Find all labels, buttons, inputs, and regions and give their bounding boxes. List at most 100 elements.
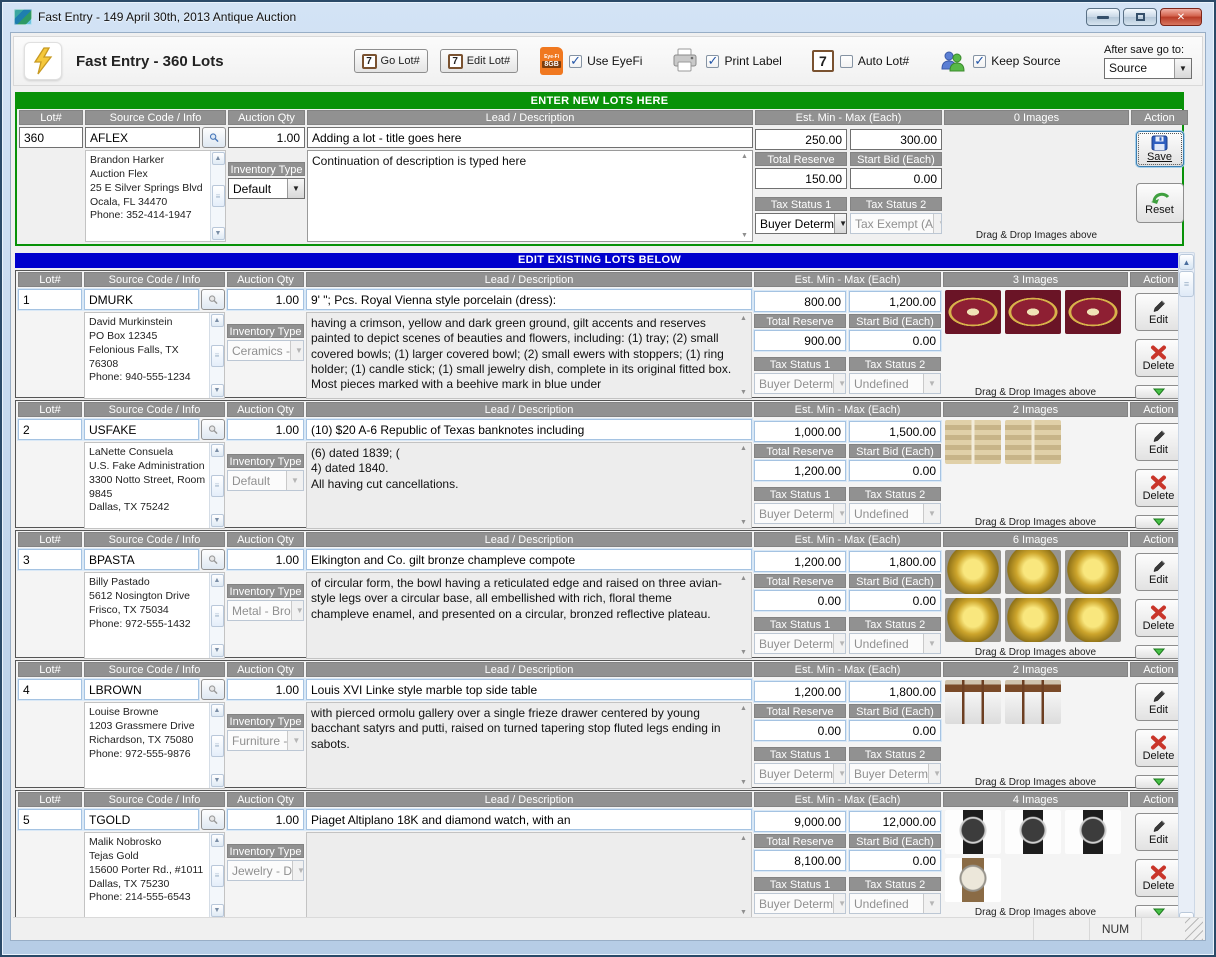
total-reserve-input[interactable]	[754, 850, 846, 871]
lot-image-thumbnail[interactable]	[945, 290, 1001, 334]
scroll-thumb[interactable]: ≡	[211, 735, 224, 757]
scroll-down-icon[interactable]: ▼	[211, 644, 224, 657]
scroll-up-icon[interactable]: ▲	[211, 704, 224, 717]
scrollbar-up-icon[interactable]: ▲	[1179, 254, 1194, 270]
lot-image-thumbnail[interactable]	[945, 598, 1001, 642]
source-code-input[interactable]	[84, 809, 199, 830]
edit-button[interactable]: Edit	[1135, 813, 1183, 851]
lot-image-thumbnail[interactable]	[1065, 810, 1121, 854]
scroll-up-icon[interactable]: ▲	[212, 152, 225, 165]
est-max-input[interactable]	[849, 681, 941, 702]
description-box[interactable]: Continuation of description is typed her…	[307, 150, 753, 242]
est-min-input[interactable]	[754, 291, 846, 312]
est-max-input[interactable]	[849, 291, 941, 312]
lot-image-thumbnail[interactable]	[1005, 680, 1061, 724]
est-min-input[interactable]	[754, 551, 846, 572]
delete-button[interactable]: Delete	[1135, 859, 1183, 897]
scroll-down-icon[interactable]: ▼	[740, 649, 747, 656]
scroll-up-icon[interactable]: ▲	[740, 835, 747, 842]
est-min-input[interactable]	[754, 811, 846, 832]
scroll-down-icon[interactable]: ▼	[740, 389, 747, 396]
lot-image-thumbnail[interactable]	[945, 550, 1001, 594]
source-info-scrollbar[interactable]: ▲ ≡ ▼	[209, 443, 224, 528]
auction-qty-input[interactable]	[227, 289, 304, 310]
scroll-up-icon[interactable]: ▲	[741, 153, 748, 160]
start-bid-input[interactable]	[849, 590, 941, 611]
source-code-input[interactable]	[84, 289, 199, 310]
total-reserve-input[interactable]	[754, 720, 846, 741]
scroll-up-icon[interactable]: ▲	[740, 445, 747, 452]
scroll-up-icon[interactable]: ▲	[740, 315, 747, 322]
source-search-button[interactable]	[201, 809, 225, 830]
auction-qty-input[interactable]	[228, 127, 305, 148]
scroll-thumb[interactable]: ≡	[211, 475, 224, 497]
lot-number-input[interactable]	[19, 127, 83, 148]
source-info-scrollbar[interactable]: ▲ ≡ ▼	[209, 703, 224, 788]
scroll-up-icon[interactable]: ▲	[211, 834, 224, 847]
start-bid-input[interactable]	[849, 720, 941, 741]
scroll-thumb[interactable]: ≡	[211, 345, 224, 367]
source-info-scrollbar[interactable]: ▲ ≡ ▼	[210, 151, 225, 241]
source-search-button[interactable]	[201, 289, 225, 310]
total-reserve-input[interactable]	[754, 330, 846, 351]
lead-input[interactable]	[306, 289, 752, 310]
main-scrollbar[interactable]: ▲ ≡ ▼	[1178, 252, 1195, 930]
edit-button[interactable]: Edit	[1135, 683, 1183, 721]
lot-number-input[interactable]	[18, 679, 82, 700]
edit-button[interactable]: Edit	[1135, 423, 1183, 461]
close-button[interactable]: ✕	[1160, 8, 1202, 26]
scroll-down-icon[interactable]: ▼	[741, 232, 748, 239]
save-button[interactable]: Save	[1136, 131, 1184, 167]
scroll-down-icon[interactable]: ▼	[740, 779, 747, 786]
lot-image-thumbnail[interactable]	[945, 858, 1001, 902]
lot-image-thumbnail[interactable]	[1005, 598, 1061, 642]
lead-input[interactable]	[306, 419, 752, 440]
source-code-input[interactable]	[84, 549, 199, 570]
source-code-input[interactable]	[84, 419, 199, 440]
auction-qty-input[interactable]	[227, 679, 304, 700]
minimize-button[interactable]	[1086, 8, 1120, 26]
lot-image-thumbnail[interactable]	[945, 810, 1001, 854]
lot-image-thumbnail[interactable]	[1005, 810, 1061, 854]
source-search-button[interactable]	[201, 419, 225, 440]
delete-button[interactable]: Delete	[1135, 729, 1183, 767]
lot-image-thumbnail[interactable]	[1065, 598, 1121, 642]
start-bid-input[interactable]	[849, 460, 941, 481]
scroll-up-icon[interactable]: ▲	[211, 444, 224, 457]
scroll-thumb[interactable]: ≡	[211, 865, 224, 887]
lead-input[interactable]	[306, 549, 752, 570]
keep-source-checkbox[interactable]: Keep Source	[973, 54, 1060, 68]
tax-status-1-select[interactable]: Buyer Determ ▼	[755, 213, 847, 234]
scroll-thumb[interactable]: ≡	[211, 605, 224, 627]
auto-lot-checkbox[interactable]: Auto Lot#	[840, 54, 909, 68]
restore-button[interactable]	[1123, 8, 1157, 26]
auction-qty-input[interactable]	[227, 419, 304, 440]
source-info-scrollbar[interactable]: ▲ ≡ ▼	[209, 833, 224, 918]
lot-number-input[interactable]	[18, 419, 82, 440]
delete-button[interactable]: Delete	[1135, 339, 1183, 377]
edit-button[interactable]: Edit	[1135, 293, 1183, 331]
print-label-checkbox[interactable]: Print Label	[706, 54, 781, 68]
est-min-input[interactable]	[754, 421, 846, 442]
start-bid-input[interactable]	[849, 330, 941, 351]
source-search-button[interactable]	[201, 679, 225, 700]
lot-image-thumbnail[interactable]	[1005, 550, 1061, 594]
scroll-down-icon[interactable]: ▼	[211, 774, 224, 787]
go-lot-button[interactable]: 7 Go Lot#	[354, 49, 428, 73]
scroll-thumb[interactable]: ≡	[212, 185, 225, 207]
source-info-scrollbar[interactable]: ▲ ≡ ▼	[209, 313, 224, 398]
scroll-down-icon[interactable]: ▼	[211, 514, 224, 527]
edit-button[interactable]: Edit	[1135, 553, 1183, 591]
start-bid-input[interactable]	[849, 850, 941, 871]
est-min-input[interactable]	[755, 129, 847, 150]
lot-image-thumbnail[interactable]	[945, 420, 1001, 464]
total-reserve-input[interactable]	[754, 460, 846, 481]
use-eyefi-checkbox[interactable]: Use EyeFi	[569, 54, 642, 68]
scroll-up-icon[interactable]: ▲	[740, 575, 747, 582]
edit-lot-button[interactable]: 7 Edit Lot#	[440, 49, 518, 73]
auction-qty-input[interactable]	[227, 549, 304, 570]
lead-input[interactable]	[306, 809, 752, 830]
est-min-input[interactable]	[754, 681, 846, 702]
expand-button[interactable]	[1135, 775, 1183, 789]
source-info-scrollbar[interactable]: ▲ ≡ ▼	[209, 573, 224, 658]
